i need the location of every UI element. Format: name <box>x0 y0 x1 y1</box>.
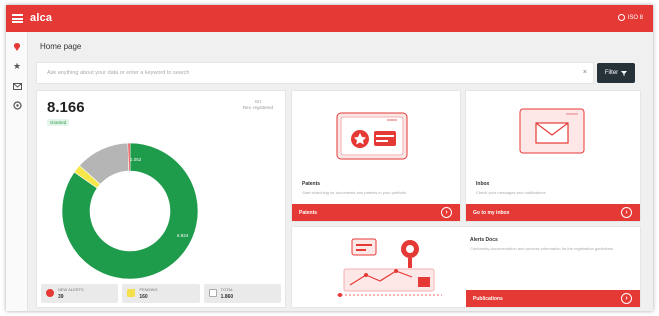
page-title: Home page <box>40 42 82 51</box>
arrow-right-icon: › <box>621 207 632 218</box>
publications-card[interactable]: Alerts Docs Conformity documentation and… <box>291 226 641 308</box>
top-bar: alca ISO 8 <box>6 5 653 32</box>
app-window: alca ISO 8 ★ Home page Ask anything abou… <box>6 5 653 311</box>
inbox-card[interactable]: Inbox Check your messages and notificati… <box>465 90 641 222</box>
stat-total[interactable]: TOTAL 1.860 <box>203 284 281 303</box>
publications-footer-button[interactable]: Publications › <box>466 290 640 307</box>
stat-alerts[interactable]: NEW ALERTS 39 <box>41 284 119 303</box>
user-label: ISO 8 <box>627 14 643 21</box>
inbox-title: Inbox <box>476 181 490 187</box>
publications-footer-label: Publications <box>473 295 503 302</box>
publications-desc: Conformity documentation and process inf… <box>470 246 613 251</box>
search-placeholder: Ask anything about your data or enter a … <box>47 70 190 76</box>
pending-dot-icon <box>127 289 136 297</box>
stat-value: 39 <box>58 294 64 300</box>
star-icon[interactable]: ★ <box>11 60 23 72</box>
settings-icon[interactable] <box>11 99 23 111</box>
filter-button[interactable]: Filter <box>597 63 635 83</box>
total-dot-icon <box>208 289 217 297</box>
stat-label: TOTAL <box>220 287 234 292</box>
patents-desc: Start searching for documents and patent… <box>302 190 406 195</box>
filter-label: Filter <box>604 70 619 76</box>
menu-icon[interactable] <box>12 14 23 23</box>
mail-icon[interactable] <box>11 80 23 92</box>
analytics-illustration-icon <box>337 238 442 297</box>
overview-meta: Grt Rev. registered <box>243 99 273 112</box>
patents-footer-label: Patents <box>299 209 318 216</box>
user-menu[interactable]: ISO 8 <box>617 14 643 21</box>
home-icon[interactable] <box>11 41 23 53</box>
donut-chart: 6.924 1.052 <box>61 142 199 280</box>
patents-title: Patents <box>302 181 321 187</box>
stat-value: 160 <box>139 294 148 300</box>
clear-icon[interactable]: × <box>583 69 587 76</box>
inbox-footer-button[interactable]: Go to my inbox › <box>466 204 640 221</box>
filter-icon <box>621 70 628 76</box>
patents-card[interactable]: Patents Start searching for documents an… <box>291 90 461 222</box>
app-logo: alca <box>30 12 53 24</box>
donut-label-gray: 1.052 <box>130 157 142 162</box>
stat-label: NEW ALERTS <box>58 287 84 292</box>
patent-illustration-icon <box>336 112 408 160</box>
stat-label: PENDING <box>139 287 158 292</box>
inbox-desc: Check your messages and notifications <box>476 190 546 195</box>
arrow-right-icon: › <box>441 207 452 218</box>
alert-dot-icon <box>46 289 54 297</box>
overview-card: 8.166 Granted Grt Rev. registered 6.924 1… <box>36 90 286 308</box>
inbox-footer-label: Go to my inbox <box>473 209 510 216</box>
stat-pending[interactable]: PENDING 160 <box>122 284 200 303</box>
donut-label-green: 6.924 <box>177 233 189 238</box>
sidebar: ★ <box>6 32 28 311</box>
mail-illustration-icon <box>519 108 585 154</box>
stat-value: 1.860 <box>220 294 234 300</box>
patents-footer-button[interactable]: Patents › <box>292 204 460 221</box>
search-input[interactable]: Ask anything about your data or enter a … <box>36 62 594 84</box>
stats-row: NEW ALERTS 39 PENDING 160 TOTAL 1.860 <box>41 284 281 303</box>
user-avatar-icon <box>617 14 625 21</box>
arrow-right-icon: › <box>621 293 632 304</box>
publications-title: Alerts Docs <box>470 237 498 243</box>
